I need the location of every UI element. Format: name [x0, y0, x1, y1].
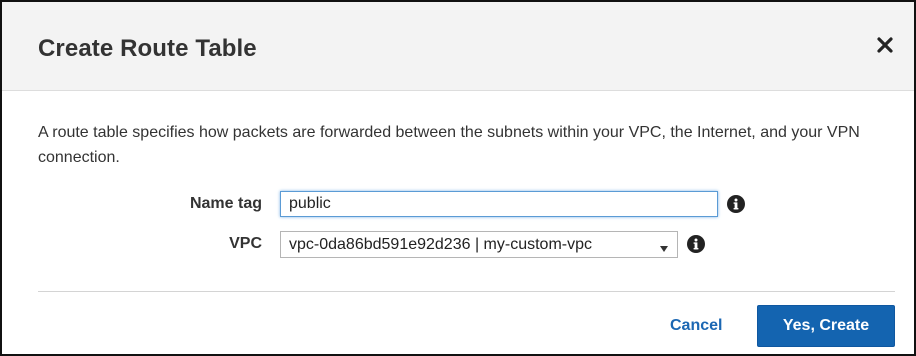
vpc-selected-value: vpc-0da86bd591e92d236 | my-custom-vpc	[289, 235, 592, 253]
footer-divider	[38, 291, 895, 292]
create-route-table-dialog: Create Route Table A route table specifi…	[0, 0, 916, 356]
info-icon[interactable]	[687, 235, 705, 253]
close-icon[interactable]	[872, 32, 898, 58]
cancel-button[interactable]: Cancel	[670, 317, 722, 335]
vpc-select[interactable]: vpc-0da86bd591e92d236 | my-custom-vpc	[280, 231, 678, 258]
chevron-down-icon	[660, 240, 668, 258]
dialog-title: Create Route Table	[38, 35, 257, 62]
dialog-description: A route table specifies how packets are …	[38, 124, 860, 166]
name-tag-input[interactable]	[280, 191, 718, 217]
name-tag-label: Name tag	[189, 195, 262, 212]
info-icon[interactable]	[727, 195, 745, 213]
dialog-header: Create Route Table	[2, 2, 914, 91]
vpc-label: VPC	[229, 235, 262, 252]
yes-create-button[interactable]: Yes, Create	[757, 305, 895, 347]
